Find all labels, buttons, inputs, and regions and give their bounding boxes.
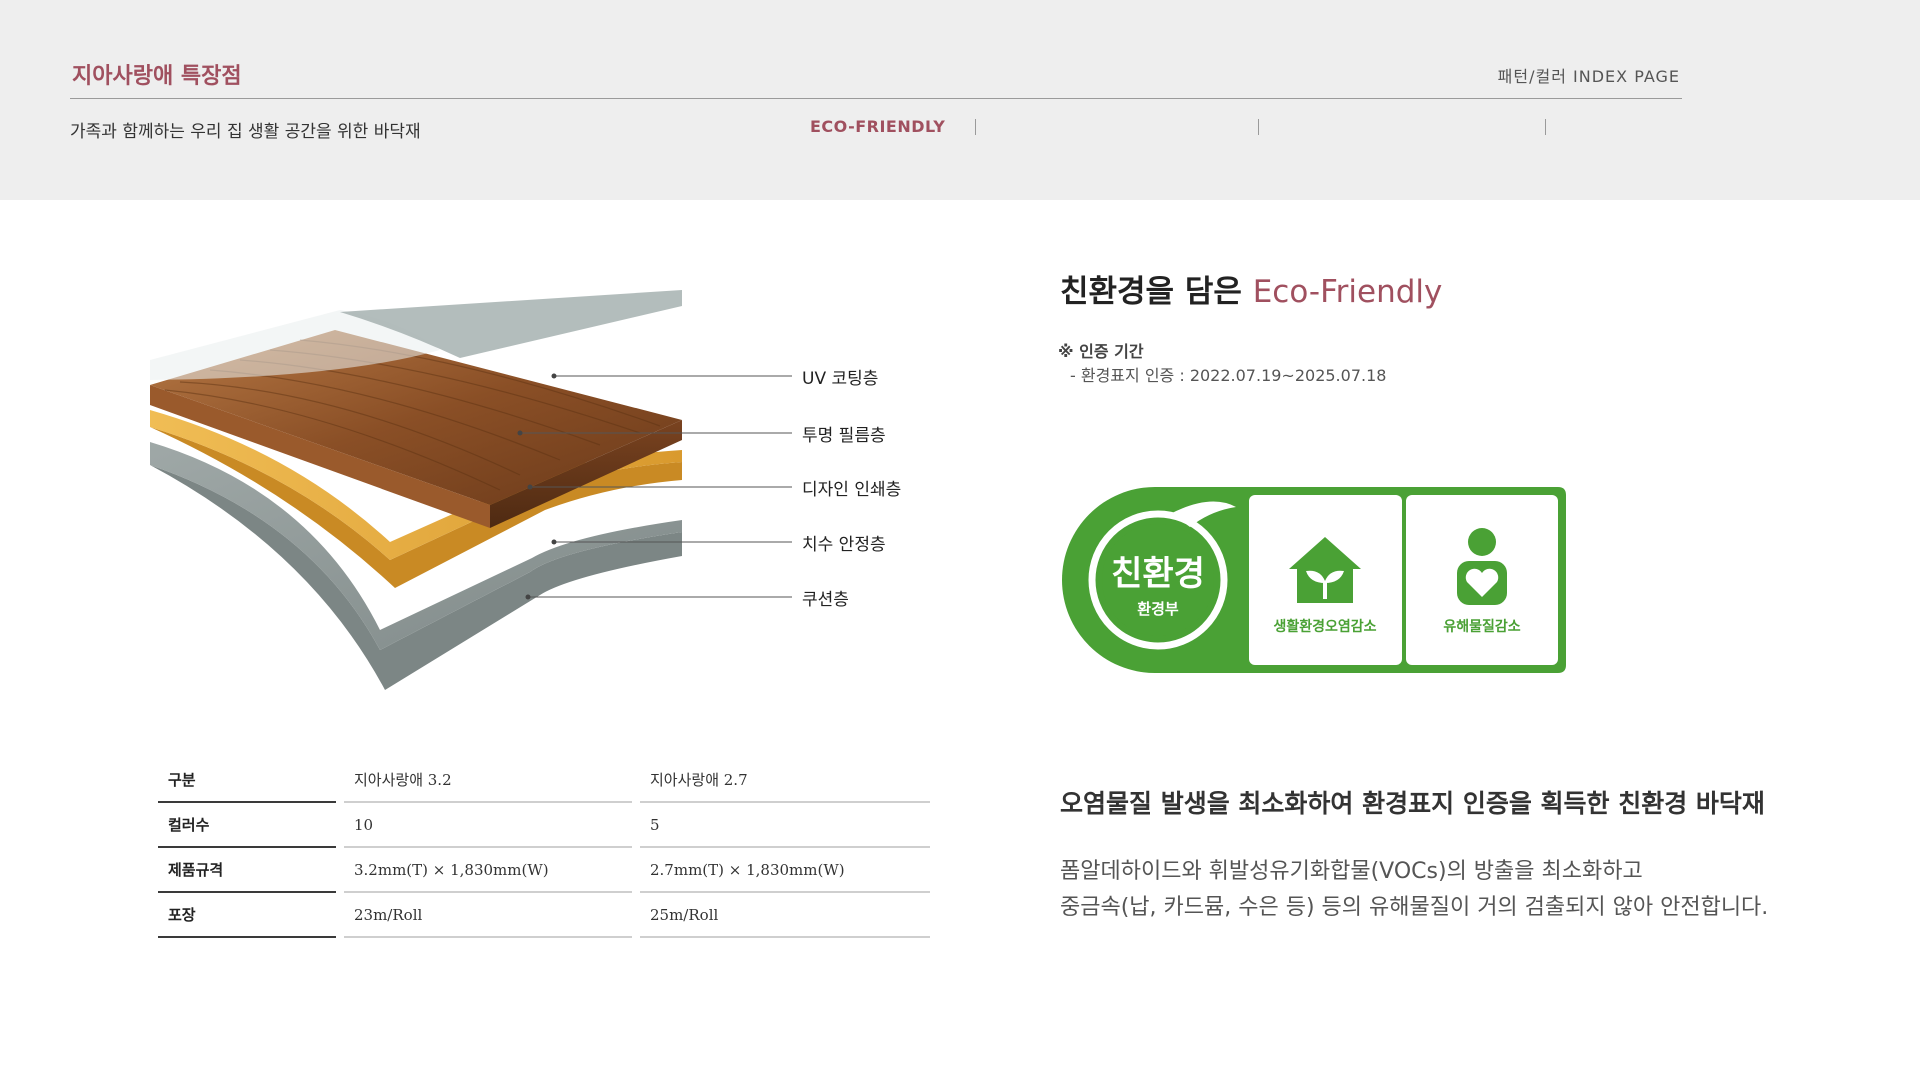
row-header: 구분: [158, 758, 336, 803]
header-divider: [70, 98, 1682, 99]
layer-illustration: [150, 290, 792, 690]
index-page-link[interactable]: 패턴/컬러 INDEX PAGE: [1498, 63, 1680, 87]
badge-item-label: 유해물질감소: [1443, 618, 1520, 635]
eco-title: 친환경을 담은 Eco-Friendly: [1060, 266, 1442, 311]
tagline: 가족과 함께하는 우리 집 생활 공간을 위한 바닥재: [70, 122, 421, 142]
table-cell: 23m/Roll: [344, 893, 632, 938]
cert-period-heading: ※ 인증 기간: [1058, 342, 1144, 361]
table-cell: 25m/Roll: [640, 893, 930, 938]
eco-title-accent: Eco-Friendly: [1252, 274, 1443, 310]
cert-period-value: - 환경표지 인증 : 2022.07.19~2025.07.18: [1070, 366, 1387, 385]
nav-separator: [1258, 118, 1260, 135]
table-cell: 5: [640, 803, 930, 848]
row-header: 포장: [158, 893, 336, 938]
main-claim: 오염물질 발생을 최소화하여 환경표지 인증을 획득한 친환경 바닥재: [1060, 789, 1765, 818]
layer-label-clear-film: 투명 필름층: [802, 426, 886, 446]
claim-description: 폼알데하이드와 휘발성유기화합물(VOCs)의 방출을 최소화하고 중금속(납,…: [1060, 854, 1768, 926]
table-cell: 10: [344, 803, 632, 848]
seal-subtext: 환경부: [1137, 600, 1179, 618]
layer-label-design-print: 디자인 인쇄층: [802, 480, 902, 500]
table-cell: 지아사랑애 2.7: [640, 758, 930, 803]
header-band: 지아사랑애 특장점 패턴/컬러 INDEX PAGE 가족과 함께하는 우리 집…: [0, 0, 1920, 200]
table-row: 포장 23m/Roll 25m/Roll: [158, 893, 930, 938]
spec-table: 구분 지아사랑애 3.2 지아사랑애 2.7 컬러수 10 5 제품규격 3.2…: [150, 758, 938, 938]
section-nav: ECO-FRIENDLY: [810, 117, 1547, 136]
row-header: 컬러수: [158, 803, 336, 848]
badge-item-label: 생활환경오염감소: [1273, 618, 1376, 635]
eco-certification-badge: 친환경 환경부 생활환경오염감소 유해물질감소: [1062, 487, 1566, 673]
layer-label-uv-coating: UV 코팅층: [802, 369, 879, 389]
floor-layer-diagram: UV 코팅층 투명 필름층 디자인 인쇄층 치수 안정층 쿠션층: [140, 290, 940, 720]
nav-separator: [975, 118, 977, 135]
table-cell: 2.7mm(T) × 1,830mm(W): [640, 848, 930, 893]
table-row: 구분 지아사랑애 3.2 지아사랑애 2.7: [158, 758, 930, 803]
layer-label-stability: 치수 안정층: [802, 535, 886, 555]
table-cell: 지아사랑애 3.2: [344, 758, 632, 803]
row-header: 제품규격: [158, 848, 336, 893]
layer-label-cushion: 쿠션층: [802, 590, 849, 610]
description-line: 폼알데하이드와 휘발성유기화합물(VOCs)의 방출을 최소화하고: [1060, 859, 1643, 884]
table-row: 제품규격 3.2mm(T) × 1,830mm(W) 2.7mm(T) × 1,…: [158, 848, 930, 893]
table-cell: 3.2mm(T) × 1,830mm(W): [344, 848, 632, 893]
nav-separator: [1545, 118, 1547, 135]
brand-title: 지아사랑애 특장점: [72, 64, 242, 89]
seal-text: 친환경: [1111, 554, 1205, 594]
eco-title-main: 친환경을 담은: [1060, 274, 1253, 310]
description-line: 중금속(납, 카드뮴, 수은 등) 등의 유해물질이 거의 검출되지 않아 안전…: [1060, 895, 1769, 920]
nav-item-eco-friendly[interactable]: ECO-FRIENDLY: [810, 117, 945, 136]
table-row: 컬러수 10 5: [158, 803, 930, 848]
